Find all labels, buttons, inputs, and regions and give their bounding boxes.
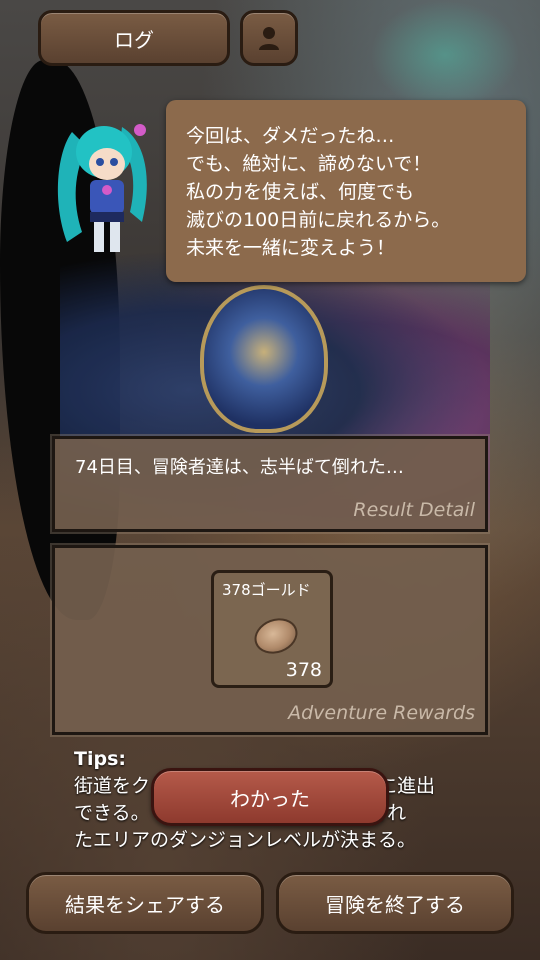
tips-line: たエリアのダンジョンレベルが決まる。 <box>74 829 417 851</box>
gold-coin-icon <box>249 612 303 660</box>
reward-item-gold[interactable]: 378ゴールド 378 <box>211 570 333 688</box>
log-button[interactable]: ログ <box>38 10 230 66</box>
shield-illustration <box>200 285 328 433</box>
dialogue-line: 滅びの100日前に戻れるから。 <box>186 209 451 231</box>
dialogue-bubble: 今回は、ダメだったね… でも、絶対に、諦めないで！ 私の力を使えば、何度でも 滅… <box>166 100 526 282</box>
dialogue-line: 今回は、ダメだったね… <box>186 125 395 147</box>
dialogue-line: でも、絶対に、諦めないで！ <box>186 153 432 175</box>
adventure-rewards-panel: 378ゴールド 378 Adventure Rewards <box>52 545 488 735</box>
user-icon <box>259 27 279 50</box>
profile-button[interactable] <box>240 10 298 66</box>
reward-item-name: 378ゴールド <box>222 581 311 599</box>
end-adventure-button[interactable]: 冒険を終了する <box>276 872 514 934</box>
adventure-rewards-caption: Adventure Rewards <box>288 702 475 724</box>
result-detail-panel: 74日目、冒険者達は、志半ばて倒れた… Result Detail <box>52 436 488 532</box>
ok-button[interactable]: わかった <box>151 768 389 826</box>
result-detail-caption: Result Detail <box>353 499 475 521</box>
dialogue-line: 私の力を使えば、何度でも <box>186 181 415 203</box>
elf-girl-illustration <box>370 0 520 110</box>
fairy-guide-character <box>57 124 147 252</box>
reward-item-count: 378 <box>285 659 322 681</box>
share-result-button[interactable]: 結果をシェアする <box>26 872 264 934</box>
result-text: 74日目、冒険者達は、志半ばて倒れた… <box>75 457 404 478</box>
dialogue-line: 未来を一緒に変えよう！ <box>186 237 396 259</box>
